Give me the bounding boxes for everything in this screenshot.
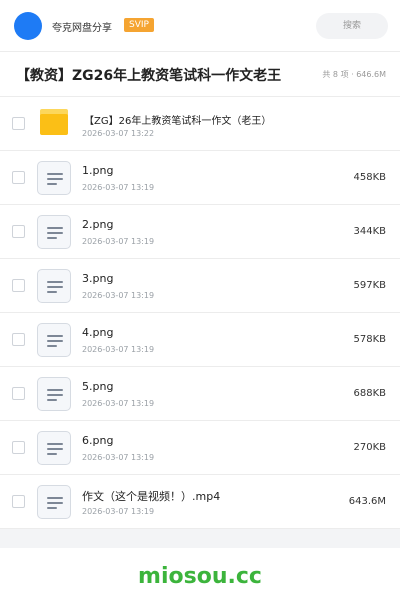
item-checkbox[interactable]	[12, 495, 25, 508]
item-date: 2026-03-07 13:19	[82, 399, 155, 408]
share-header: 夸克网盘分享 SVIP	[0, 0, 400, 52]
file-icon	[37, 431, 71, 465]
item-name: 6.png	[82, 434, 114, 447]
item-name: 【ZG】26年上教资笔试科一作文（老王）	[84, 116, 272, 127]
item-date: 2026-03-07 13:19	[82, 507, 155, 516]
item-name: 5.png	[82, 380, 114, 393]
item-checkbox[interactable]	[12, 225, 25, 238]
item-size: 643.6M	[348, 496, 386, 507]
item-size: 270KB	[353, 442, 386, 453]
folder-title-bar: 【教资】ZG26年上教资笔试科一作文老王 共 8 项 · 646.6M	[0, 52, 400, 97]
file-icon	[37, 377, 71, 411]
item-name: 作文（这个是视频！）.mp4	[82, 490, 221, 503]
file-icon	[37, 161, 71, 195]
search-input[interactable]	[316, 13, 388, 39]
item-date: 2026-03-07 13:19	[82, 183, 155, 192]
file-icon	[37, 323, 71, 357]
folder-icon	[40, 109, 68, 135]
item-date: 2026-03-07 13:19	[82, 453, 155, 462]
list-item[interactable]: 2.png 2026-03-07 13:19 344KB	[0, 205, 400, 259]
file-icon	[37, 269, 71, 303]
svip-badge: SVIP	[124, 18, 154, 32]
list-item[interactable]: 5.png 2026-03-07 13:19 688KB	[0, 367, 400, 421]
item-name: 3.png	[82, 272, 114, 285]
list-item[interactable]: 1.png 2026-03-07 13:19 458KB	[0, 151, 400, 205]
item-checkbox[interactable]	[12, 279, 25, 292]
item-checkbox[interactable]	[12, 441, 25, 454]
file-list: 【ZG】26年上教资笔试科一作文（老王） 2026-03-07 13:22 1.…	[0, 97, 400, 529]
page-title: 【教资】ZG26年上教资笔试科一作文老王	[16, 68, 282, 84]
file-icon	[37, 485, 71, 519]
item-name: 4.png	[82, 326, 114, 339]
footer: miosou.cc	[0, 548, 400, 600]
item-date: 2026-03-07 13:19	[82, 291, 155, 300]
list-item[interactable]: 4.png 2026-03-07 13:19 578KB	[0, 313, 400, 367]
item-date: 2026-03-07 13:22	[82, 129, 155, 138]
item-checkbox[interactable]	[12, 171, 25, 184]
avatar[interactable]	[14, 12, 42, 40]
item-date: 2026-03-07 13:19	[82, 345, 155, 354]
list-item[interactable]: 作文（这个是视频！）.mp4 2026-03-07 13:19 643.6M	[0, 475, 400, 529]
item-date: 2026-03-07 13:19	[82, 237, 155, 246]
item-checkbox[interactable]	[12, 333, 25, 346]
item-checkbox[interactable]	[12, 117, 25, 130]
file-icon	[37, 215, 71, 249]
watermark-logo: miosou.cc	[138, 564, 262, 589]
item-name: 2.png	[82, 218, 114, 231]
list-item[interactable]: 6.png 2026-03-07 13:19 270KB	[0, 421, 400, 475]
item-size: 688KB	[353, 388, 386, 399]
item-size: 597KB	[353, 280, 386, 291]
list-item-folder[interactable]: 【ZG】26年上教资笔试科一作文（老王） 2026-03-07 13:22	[0, 97, 400, 151]
share-name: 夸克网盘分享	[52, 23, 112, 34]
item-size: 578KB	[353, 334, 386, 345]
list-item[interactable]: 3.png 2026-03-07 13:19 597KB	[0, 259, 400, 313]
item-size: 458KB	[353, 172, 386, 183]
folder-stats: 共 8 项 · 646.6M	[322, 70, 386, 79]
item-name: 1.png	[82, 164, 114, 177]
item-size: 344KB	[353, 226, 386, 237]
item-checkbox[interactable]	[12, 387, 25, 400]
